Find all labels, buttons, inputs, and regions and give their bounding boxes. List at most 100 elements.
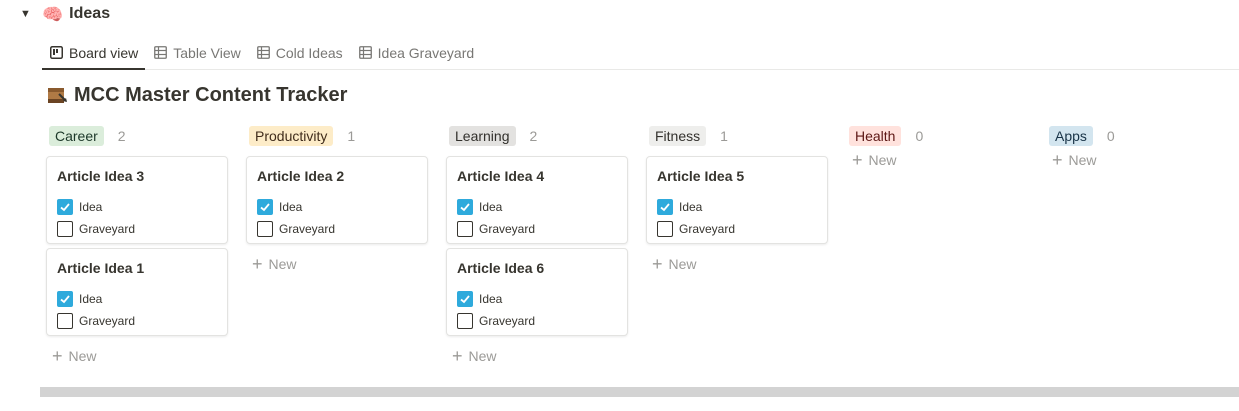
idea-checkbox[interactable] (457, 199, 473, 215)
table-icon (358, 46, 372, 59)
graveyard-checkbox[interactable] (457, 313, 473, 329)
column-header[interactable]: Productivity 1 (246, 124, 428, 148)
graveyard-checkbox[interactable] (457, 221, 473, 237)
table-icon (154, 46, 168, 59)
new-card-button[interactable]: + New (646, 252, 828, 276)
graveyard-label: Graveyard (479, 222, 536, 236)
column-count: 0 (915, 128, 924, 144)
board-card[interactable]: Article Idea 2 Idea Graveyard (246, 156, 428, 244)
card-title: Article Idea 2 (257, 168, 345, 184)
plus-icon: + (452, 346, 463, 366)
new-card-button[interactable]: + New (246, 252, 428, 276)
new-card-button[interactable]: + New (46, 344, 228, 368)
idea-property: Idea (257, 196, 417, 218)
tab-label: Idea Graveyard (377, 44, 475, 61)
graveyard-label: Graveyard (279, 222, 336, 236)
checkmark-icon (260, 203, 270, 212)
new-card-button[interactable]: + New (446, 344, 628, 368)
tab-board-view[interactable]: Board view (42, 36, 146, 70)
graveyard-property: Graveyard (57, 310, 217, 332)
plus-icon: + (852, 150, 863, 170)
idea-checkbox[interactable] (257, 199, 273, 215)
graveyard-checkbox[interactable] (57, 221, 73, 237)
idea-checkbox[interactable] (57, 291, 73, 307)
idea-label: Idea (279, 200, 303, 214)
plus-icon: + (252, 254, 263, 274)
checkmark-icon (460, 203, 470, 212)
idea-label: Idea (479, 200, 503, 214)
board-icon (50, 46, 63, 59)
column-tag: Fitness (649, 126, 707, 146)
board-card[interactable]: Article Idea 4 Idea Graveyard (446, 156, 628, 244)
tab-idea-graveyard[interactable]: Idea Graveyard (352, 36, 482, 69)
card-title: Article Idea 5 (657, 168, 745, 184)
column-tag: Productivity (249, 126, 334, 146)
horizontal-scrollbar[interactable] (40, 387, 1239, 397)
tab-cold-ideas[interactable]: Cold Ideas (250, 36, 350, 69)
column-count: 1 (347, 128, 356, 144)
section-title[interactable]: Ideas (69, 5, 110, 23)
idea-property: Idea (57, 288, 217, 310)
board-column-learning: Learning 2 Article Idea 4 Idea Graveyard… (446, 124, 628, 368)
idea-checkbox[interactable] (657, 199, 673, 215)
idea-checkbox[interactable] (457, 291, 473, 307)
database-title: MCC Master Content Tracker (47, 82, 347, 108)
column-header[interactable]: Health 0 (846, 124, 1028, 148)
checkmark-icon (60, 203, 70, 212)
column-count: 1 (720, 128, 728, 144)
card-title: Article Idea 3 (57, 168, 145, 184)
new-label: New (268, 256, 297, 272)
board-column-career: Career 2 Article Idea 3 Idea Graveyard A… (46, 124, 228, 368)
idea-property: Idea (457, 288, 617, 310)
idea-label: Idea (679, 200, 703, 214)
tab-label: Board view (69, 44, 139, 61)
new-label: New (868, 152, 897, 168)
column-count: 2 (529, 128, 538, 144)
new-card-button[interactable]: + New (846, 148, 1028, 172)
notebook-icon (48, 88, 67, 103)
board-card[interactable]: Article Idea 5 Idea Graveyard (646, 156, 828, 244)
graveyard-checkbox[interactable] (257, 221, 273, 237)
board-column-productivity: Productivity 1 Article Idea 2 Idea Grave… (246, 124, 428, 276)
column-header[interactable]: Career 2 (46, 124, 228, 148)
checkmark-icon (60, 295, 70, 304)
column-tag: Apps (1049, 126, 1093, 146)
checkmark-icon (460, 295, 470, 304)
column-header[interactable]: Learning 2 (446, 124, 628, 148)
new-label: New (68, 348, 97, 364)
brain-icon: 🧠 (42, 4, 64, 24)
column-tag: Learning (449, 126, 516, 146)
graveyard-label: Graveyard (79, 222, 136, 236)
tab-table-view[interactable]: Table View (147, 36, 247, 69)
database-title-text[interactable]: MCC Master Content Tracker (74, 84, 347, 107)
tab-label: Cold Ideas (275, 44, 343, 61)
graveyard-label: Graveyard (79, 314, 136, 328)
column-header[interactable]: Apps 0 (1046, 124, 1228, 148)
new-label: New (1068, 152, 1097, 168)
idea-label: Idea (79, 200, 103, 214)
new-label: New (468, 348, 497, 364)
column-tag: Health (849, 126, 902, 146)
column-count: 0 (1106, 128, 1115, 144)
section-header: ▼ 🧠 Ideas (20, 2, 110, 26)
idea-label: Idea (479, 292, 503, 306)
board-card[interactable]: Article Idea 6 Idea Graveyard (446, 248, 628, 336)
board-column-apps: Apps 0 + New (1046, 124, 1228, 172)
graveyard-label: Graveyard (679, 222, 736, 236)
checkmark-icon (660, 203, 670, 212)
idea-property: Idea (57, 196, 217, 218)
board-card[interactable]: Article Idea 3 Idea Graveyard (46, 156, 228, 244)
graveyard-property: Graveyard (457, 310, 617, 332)
card-title: Article Idea 6 (457, 260, 545, 276)
collapse-toggle-icon[interactable]: ▼ (20, 8, 34, 20)
column-header[interactable]: Fitness 1 (646, 124, 828, 148)
new-card-button[interactable]: + New (1046, 148, 1228, 172)
idea-checkbox[interactable] (57, 199, 73, 215)
graveyard-checkbox[interactable] (57, 313, 73, 329)
board-card[interactable]: Article Idea 1 Idea Graveyard (46, 248, 228, 336)
board-column-health: Health 0 + New (846, 124, 1028, 172)
graveyard-checkbox[interactable] (657, 221, 673, 237)
card-title: Article Idea 1 (57, 260, 145, 276)
graveyard-property: Graveyard (57, 218, 217, 240)
new-label: New (668, 256, 697, 272)
